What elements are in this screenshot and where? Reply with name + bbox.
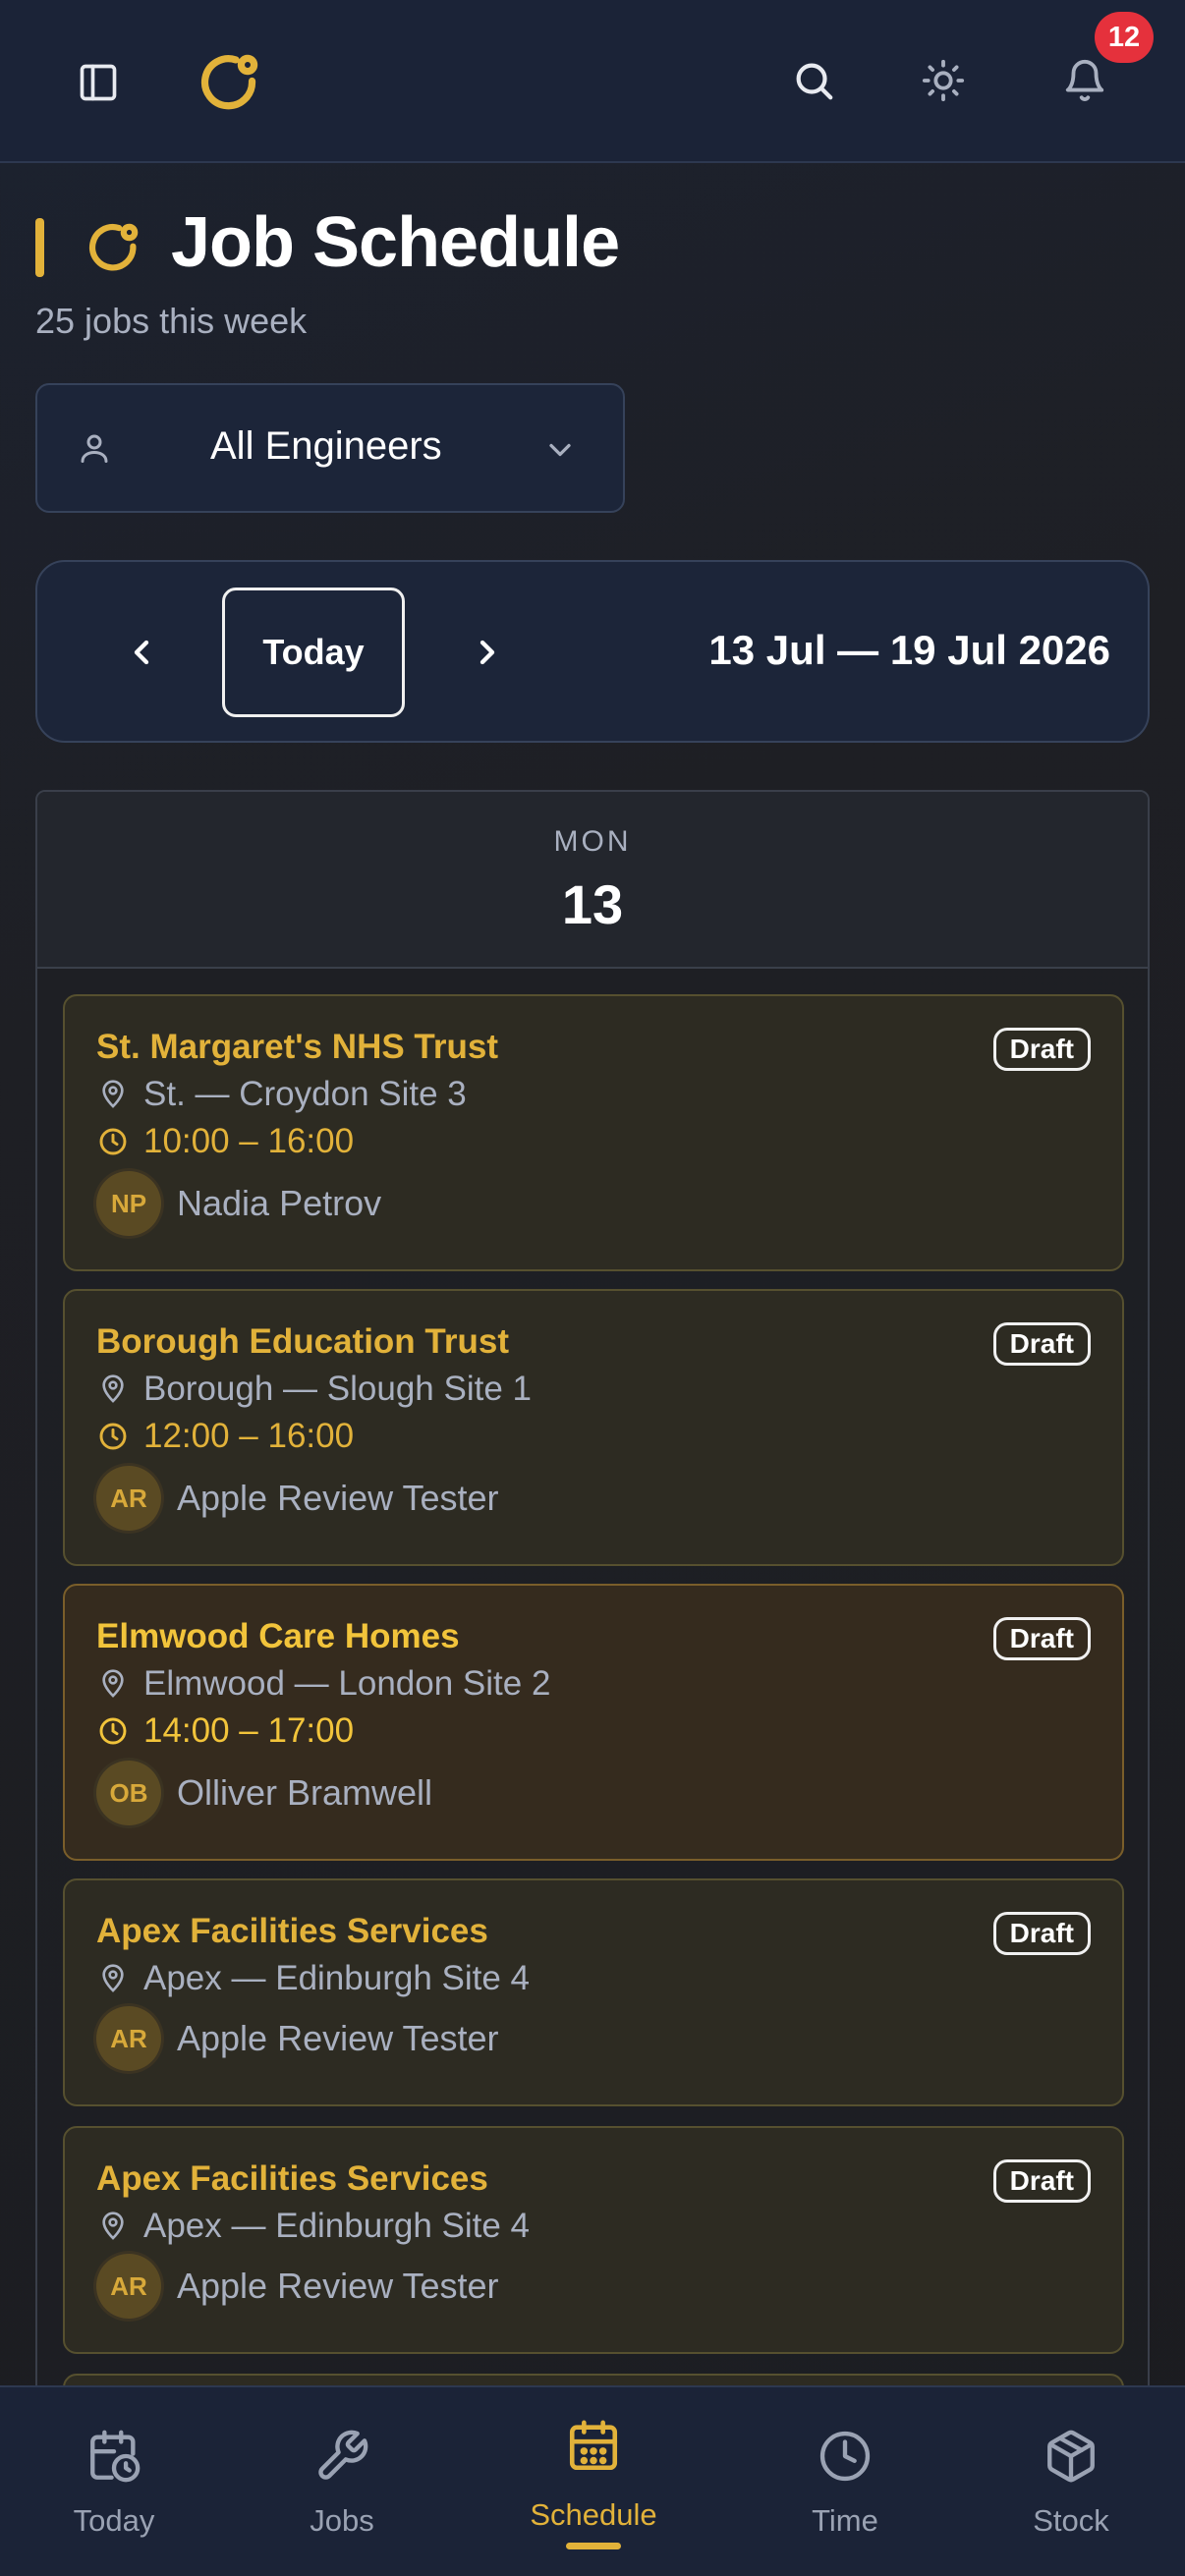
job-engineer: Apple Review Tester bbox=[177, 2018, 499, 2058]
job-client-name: Apex Facilities Services bbox=[96, 1912, 488, 1950]
nav-label: Time bbox=[812, 2503, 878, 2538]
status-badge: Draft bbox=[992, 2159, 1091, 2203]
job-card[interactable]: Borough Education Trust Draft Borough — … bbox=[63, 1289, 1124, 1566]
job-engineer: Apple Review Tester bbox=[177, 1478, 499, 1518]
status-badge: Draft bbox=[992, 1617, 1091, 1660]
nav-today[interactable]: Today bbox=[16, 2387, 212, 2576]
job-count-subtitle: 25 jobs this week bbox=[35, 301, 308, 341]
box-icon bbox=[1040, 2425, 1102, 2488]
job-location: Elmwood — London Site 2 bbox=[143, 1664, 551, 1703]
nav-label: Stock bbox=[1033, 2503, 1109, 2538]
nav-label: Jobs bbox=[310, 2503, 374, 2538]
clock-icon bbox=[96, 1420, 130, 1453]
job-time: 10:00 – 16:00 bbox=[143, 1122, 355, 1160]
avatar: AR bbox=[96, 1466, 161, 1531]
job-time-row: 14:00 – 17:00 bbox=[96, 1711, 354, 1751]
job-engineer-row: NP Nadia Petrov bbox=[96, 1171, 381, 1236]
nav-schedule[interactable]: Schedule bbox=[495, 2387, 692, 2576]
job-location: St. — Croydon Site 3 bbox=[143, 1075, 467, 1113]
job-card[interactable]: Elmwood Care Homes Draft Elmwood — Londo… bbox=[63, 1584, 1124, 1861]
job-card[interactable]: Apex Facilities Services Draft Apex — Ed… bbox=[63, 2126, 1124, 2354]
notification-badge: 12 bbox=[1095, 12, 1154, 63]
job-location: Apex — Edinburgh Site 4 bbox=[143, 1959, 531, 1997]
job-location-row: Elmwood — London Site 2 bbox=[96, 1664, 550, 1704]
calendar-icon bbox=[562, 2415, 625, 2478]
job-time: 14:00 – 17:00 bbox=[143, 1711, 355, 1750]
user-icon bbox=[75, 428, 114, 468]
job-time: 12:00 – 16:00 bbox=[143, 1417, 355, 1455]
job-engineer: Apple Review Tester bbox=[177, 2266, 499, 2306]
map-pin-icon bbox=[96, 1372, 130, 1406]
job-location-row: Borough — Slough Site 1 bbox=[96, 1370, 532, 1409]
job-client-name: Elmwood Care Homes bbox=[96, 1617, 460, 1655]
status-badge: Draft bbox=[992, 1322, 1091, 1366]
status-badge: Draft bbox=[992, 1912, 1091, 1955]
chevron-down-icon bbox=[540, 430, 580, 470]
clock-icon bbox=[814, 2425, 876, 2488]
job-location-row: Apex — Edinburgh Site 4 bbox=[96, 2207, 530, 2246]
job-location-row: St. — Croydon Site 3 bbox=[96, 1075, 467, 1114]
nav-time[interactable]: Time bbox=[747, 2387, 943, 2576]
job-engineer: Nadia Petrov bbox=[177, 1183, 382, 1223]
avatar: OB bbox=[96, 1761, 161, 1825]
page-title: Job Schedule bbox=[171, 203, 620, 282]
job-time-row: 12:00 – 16:00 bbox=[96, 1417, 354, 1456]
bottom-nav: Today Jobs Schedule Time Stock bbox=[0, 2385, 1185, 2576]
avatar: AR bbox=[96, 2254, 161, 2319]
job-client-name: Apex Facilities Services bbox=[96, 2159, 488, 2198]
avatar: NP bbox=[96, 1171, 161, 1236]
week-range-label: 13 Jul — 19 Jul 2026 bbox=[708, 627, 1110, 673]
logo-icon bbox=[81, 214, 147, 281]
clock-icon bbox=[96, 1125, 130, 1158]
job-client-name: St. Margaret's NHS Trust bbox=[96, 1028, 498, 1066]
nav-label: Today bbox=[73, 2503, 155, 2538]
active-indicator bbox=[566, 2543, 621, 2549]
map-pin-icon bbox=[96, 1078, 130, 1111]
day-of-week: MON bbox=[553, 825, 632, 858]
week-navigator: Today 13 Jul — 19 Jul 2026 bbox=[35, 560, 1150, 743]
map-pin-icon bbox=[96, 1962, 130, 1995]
job-engineer-row: AR Apple Review Tester bbox=[96, 2254, 499, 2319]
day-number: 13 bbox=[561, 873, 624, 935]
chevron-left-icon[interactable] bbox=[116, 627, 167, 678]
map-pin-icon bbox=[96, 2210, 130, 2243]
sidebar-toggle-icon[interactable] bbox=[71, 55, 126, 110]
theme-toggle-icon[interactable] bbox=[914, 51, 973, 110]
wrench-icon bbox=[310, 2425, 373, 2488]
bell-icon[interactable] bbox=[1055, 51, 1114, 110]
search-icon[interactable] bbox=[784, 51, 843, 110]
logo-icon[interactable] bbox=[193, 45, 267, 120]
status-badge: Draft bbox=[992, 1028, 1091, 1071]
top-bar: 12 bbox=[0, 0, 1185, 163]
job-location-row: Apex — Edinburgh Site 4 bbox=[96, 1959, 530, 1998]
job-engineer-row: AR Apple Review Tester bbox=[96, 2006, 499, 2071]
today-button[interactable]: Today bbox=[222, 588, 405, 717]
engineer-filter-label: All Engineers bbox=[210, 424, 442, 468]
job-time-row: 10:00 – 16:00 bbox=[96, 1122, 354, 1161]
nav-jobs[interactable]: Jobs bbox=[244, 2387, 440, 2576]
job-location: Borough — Slough Site 1 bbox=[143, 1370, 532, 1408]
nav-label: Schedule bbox=[530, 2497, 657, 2532]
job-location: Apex — Edinburgh Site 4 bbox=[143, 2207, 531, 2245]
chevron-right-icon[interactable] bbox=[462, 627, 513, 678]
clock-icon bbox=[96, 1714, 130, 1748]
title-accent-bar bbox=[35, 218, 44, 277]
day-column: MON 13 St. Margaret's NHS Trust Draft St… bbox=[35, 790, 1150, 2576]
avatar: AR bbox=[96, 2006, 161, 2071]
day-header: MON 13 bbox=[37, 792, 1148, 969]
job-engineer-row: OB Olliver Bramwell bbox=[96, 1761, 432, 1825]
map-pin-icon bbox=[96, 1667, 130, 1701]
job-client-name: Borough Education Trust bbox=[96, 1322, 509, 1361]
job-engineer: Olliver Bramwell bbox=[177, 1772, 433, 1813]
engineer-filter-select[interactable]: All Engineers bbox=[35, 383, 625, 513]
job-card[interactable]: Apex Facilities Services Draft Apex — Ed… bbox=[63, 1878, 1124, 2106]
nav-stock[interactable]: Stock bbox=[973, 2387, 1169, 2576]
job-card[interactable]: St. Margaret's NHS Trust Draft St. — Cro… bbox=[63, 994, 1124, 1271]
job-engineer-row: AR Apple Review Tester bbox=[96, 1466, 499, 1531]
calendar-clock-icon bbox=[83, 2425, 145, 2488]
